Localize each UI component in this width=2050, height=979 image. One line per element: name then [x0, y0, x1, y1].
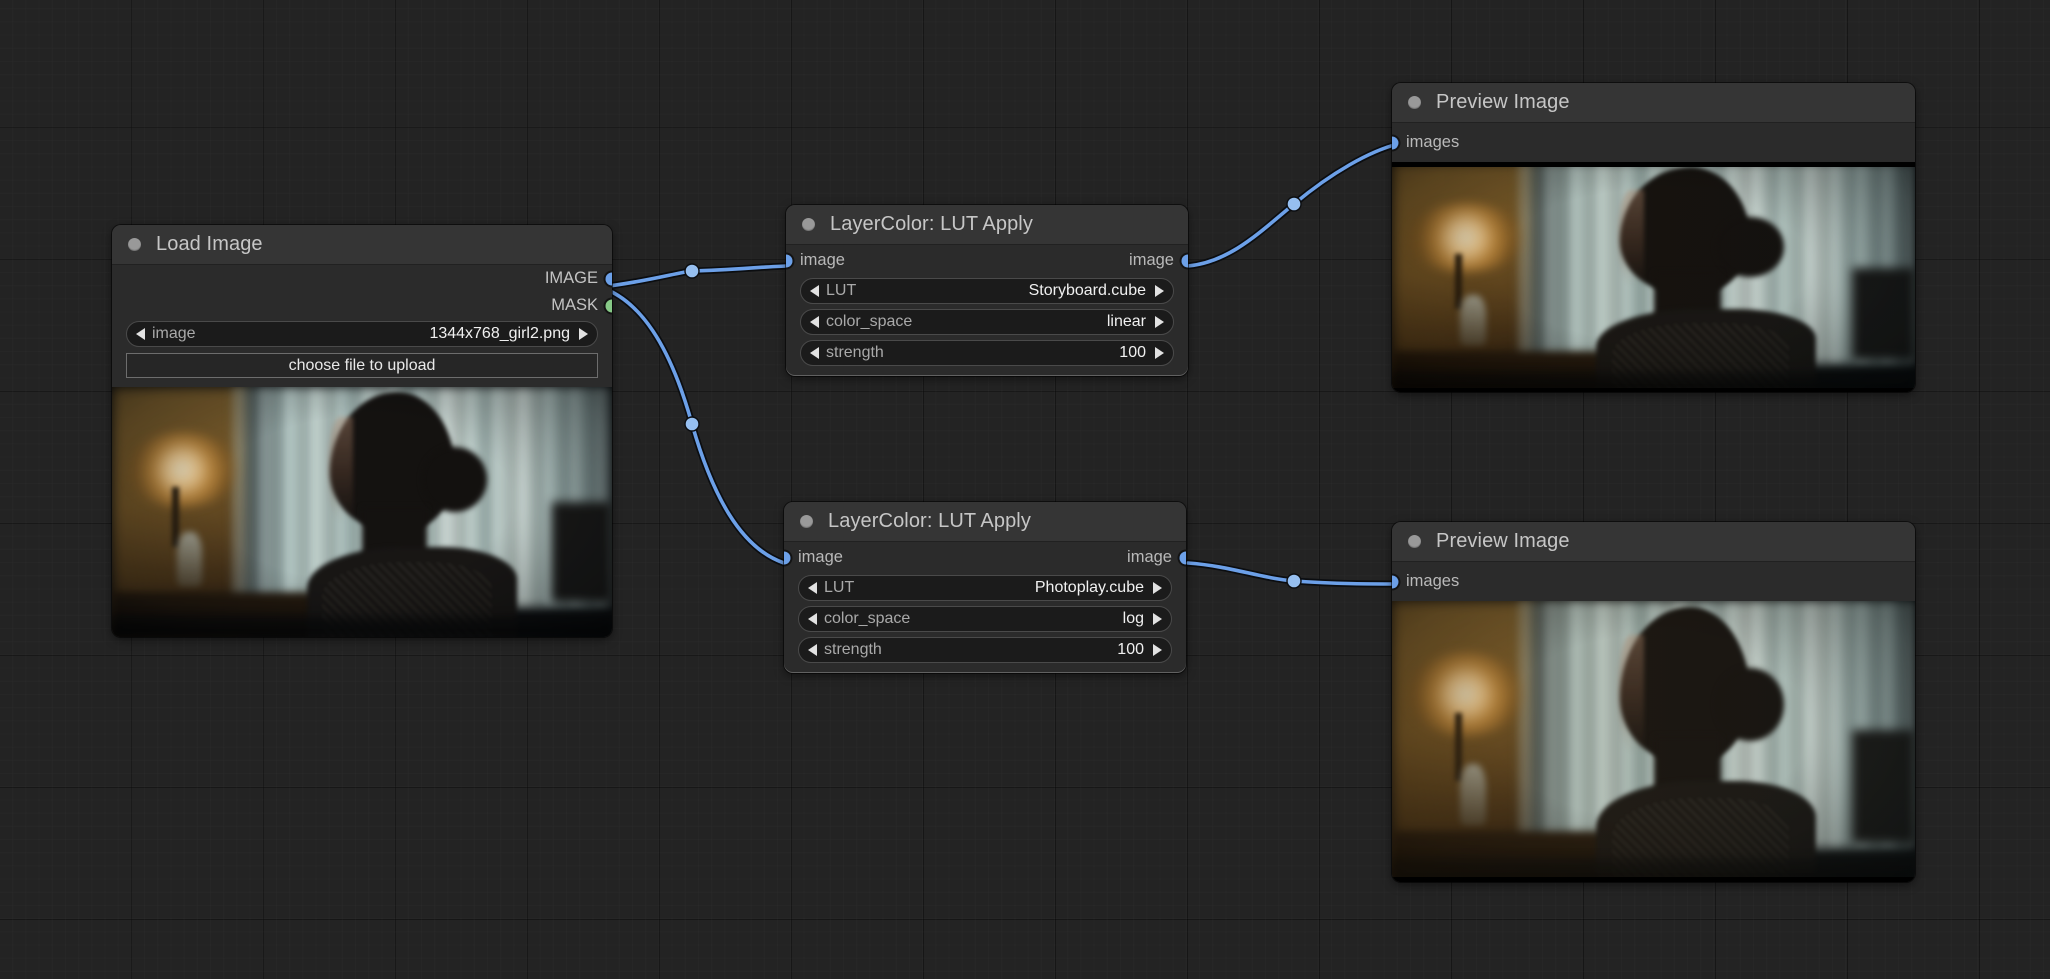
output-slot-label: IMAGE — [545, 269, 598, 288]
widget-lut[interactable]: LUT Storyboard.cube — [800, 278, 1174, 304]
image-thumbnail-preview-2 — [1392, 601, 1915, 882]
link-lut2-to-preview2 — [1188, 563, 1402, 584]
output-port-mask-dot[interactable] — [606, 299, 613, 312]
link-loadimage-to-lut2 — [600, 287, 784, 563]
node-title: Preview Image — [1436, 91, 1570, 114]
caret-right-icon[interactable] — [1153, 582, 1162, 594]
widget-label: LUT — [826, 282, 856, 300]
output-port-image-dot[interactable] — [606, 272, 613, 285]
input-port-images-dot[interactable] — [1392, 575, 1399, 588]
widget-value: 100 — [1119, 344, 1146, 362]
caret-right-icon[interactable] — [1153, 644, 1162, 656]
node-lut-apply-2[interactable]: LayerColor: LUT Apply image image LUT Ph… — [784, 502, 1186, 673]
node-body-lut-apply-1: image image LUT Storyboard.cube color_sp… — [786, 245, 1188, 376]
circle-dot-icon[interactable] — [802, 218, 815, 231]
node-preview-image-2[interactable]: Preview Image images — [1392, 522, 1915, 882]
caret-left-icon[interactable] — [136, 328, 145, 340]
widget-value: 100 — [1117, 641, 1144, 659]
widget-value: Photoplay.cube — [1035, 579, 1144, 597]
input-port-image-dot[interactable] — [784, 551, 791, 564]
widget-lut[interactable]: LUT Photoplay.cube — [798, 575, 1172, 601]
widget-value: log — [1123, 610, 1144, 628]
io-slot-row[interactable]: image image — [786, 245, 1188, 276]
circle-dot-icon[interactable] — [1408, 96, 1421, 109]
circle-dot-icon[interactable] — [800, 515, 813, 528]
node-header-lut-apply-2[interactable]: LayerColor: LUT Apply — [784, 502, 1186, 542]
node-header-load-image[interactable]: Load Image — [112, 225, 612, 265]
node-title: LayerColor: LUT Apply — [828, 510, 1031, 533]
widget-value: linear — [1107, 313, 1146, 331]
link-midpoint-dot — [1287, 197, 1301, 211]
input-port-images-dot[interactable] — [1392, 136, 1399, 149]
widget-label: LUT — [824, 579, 854, 597]
widget-image[interactable]: image 1344x768_girl2.png — [126, 321, 598, 347]
caret-left-icon[interactable] — [810, 285, 819, 297]
image-thumbnail-preview-1 — [1392, 162, 1915, 392]
node-load-image[interactable]: Load Image IMAGE MASK image 1344x768_gir… — [112, 225, 612, 637]
caret-left-icon[interactable] — [808, 582, 817, 594]
output-port-image-dot[interactable] — [1182, 254, 1189, 267]
node-preview-image-1[interactable]: Preview Image images — [1392, 83, 1915, 392]
node-title: LayerColor: LUT Apply — [830, 213, 1033, 236]
input-slot-images[interactable]: images — [1392, 562, 1915, 601]
output-port-image-dot[interactable] — [1180, 551, 1187, 564]
widget-strength[interactable]: strength 100 — [800, 340, 1174, 366]
widget-label: strength — [826, 344, 884, 362]
output-slot-image[interactable]: IMAGE — [112, 265, 612, 292]
widget-label: strength — [824, 641, 882, 659]
input-port-image-dot[interactable] — [786, 254, 793, 267]
link-midpoint-dot — [1287, 574, 1301, 588]
caret-right-icon[interactable] — [1153, 613, 1162, 625]
widget-color-space[interactable]: color_space log — [798, 606, 1172, 632]
node-body-preview-2: images — [1392, 562, 1915, 882]
node-title: Preview Image — [1436, 530, 1570, 553]
caret-right-icon[interactable] — [1155, 347, 1164, 359]
widget-strength[interactable]: strength 100 — [798, 637, 1172, 663]
caret-right-icon[interactable] — [1155, 285, 1164, 297]
widget-value: Storyboard.cube — [1029, 282, 1146, 300]
link-midpoint-dot — [685, 417, 699, 431]
link-lut1-to-preview1 — [1188, 143, 1402, 266]
node-header-preview-2[interactable]: Preview Image — [1392, 522, 1915, 562]
caret-left-icon[interactable] — [808, 644, 817, 656]
input-slot-images[interactable]: images — [1392, 123, 1915, 162]
link-midpoint-dot — [685, 264, 699, 278]
output-slot-label: image — [1129, 251, 1174, 270]
circle-dot-icon[interactable] — [128, 238, 141, 251]
node-graph-canvas[interactable]: Load Image IMAGE MASK image 1344x768_gir… — [0, 0, 2050, 979]
node-body-load-image: IMAGE MASK image 1344x768_girl2.png choo… — [112, 265, 612, 637]
node-body-preview-1: images — [1392, 123, 1915, 392]
io-slot-row[interactable]: image image — [784, 542, 1186, 573]
input-slot-label: images — [1406, 133, 1459, 152]
output-slot-label: MASK — [551, 296, 598, 315]
widget-label: color_space — [824, 610, 910, 628]
node-header-lut-apply-1[interactable]: LayerColor: LUT Apply — [786, 205, 1188, 245]
widget-value: 1344x768_girl2.png — [429, 325, 570, 343]
caret-right-icon[interactable] — [1155, 316, 1164, 328]
caret-right-icon[interactable] — [579, 328, 588, 340]
choose-file-to-upload-button[interactable]: choose file to upload — [126, 353, 598, 378]
input-slot-label: images — [1406, 572, 1459, 591]
caret-left-icon[interactable] — [808, 613, 817, 625]
widget-color-space[interactable]: color_space linear — [800, 309, 1174, 335]
caret-left-icon[interactable] — [810, 347, 819, 359]
node-lut-apply-1[interactable]: LayerColor: LUT Apply image image LUT St… — [786, 205, 1188, 376]
link-loadimage-to-lut1 — [600, 266, 786, 287]
node-body-lut-apply-2: image image LUT Photoplay.cube color_spa… — [784, 542, 1186, 673]
circle-dot-icon[interactable] — [1408, 535, 1421, 548]
node-title: Load Image — [156, 233, 263, 256]
image-thumbnail-load-image — [112, 387, 612, 637]
caret-left-icon[interactable] — [810, 316, 819, 328]
input-slot-label: image — [798, 548, 843, 567]
input-slot-label: image — [800, 251, 845, 270]
output-slot-label: image — [1127, 548, 1172, 567]
output-slot-mask[interactable]: MASK — [112, 292, 612, 319]
node-header-preview-1[interactable]: Preview Image — [1392, 83, 1915, 123]
widget-label: image — [152, 325, 196, 343]
widget-label: color_space — [826, 313, 912, 331]
